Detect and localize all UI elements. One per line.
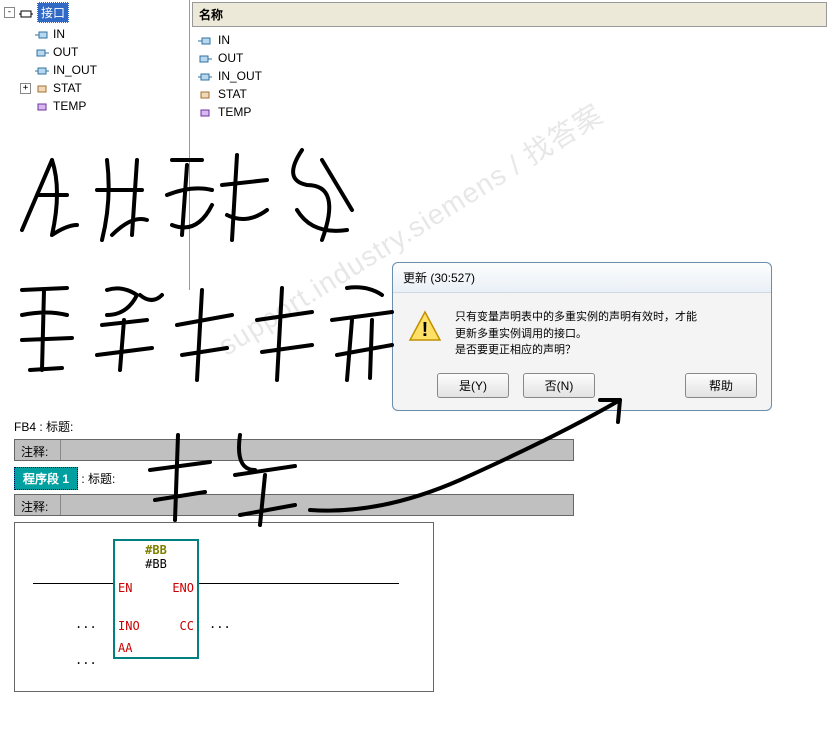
port-stub[interactable]: ...	[75, 617, 97, 631]
comment-label: 注释:	[15, 495, 61, 515]
port-aa[interactable]: AA	[118, 641, 132, 655]
dialog-line: 更新多重实例调用的接口。	[455, 326, 697, 343]
list-item-label: IN	[218, 33, 230, 47]
parameter-panel: 名称 IN OUT IN_OUT STAT TEMP	[190, 0, 829, 290]
expander-icon[interactable]	[4, 7, 15, 18]
comment-field[interactable]	[61, 440, 573, 460]
list-item[interactable]: IN_OUT	[194, 67, 825, 85]
list-item-label: TEMP	[218, 105, 251, 119]
port-eno[interactable]: ENO	[172, 581, 194, 595]
tree-item[interactable]: IN	[0, 25, 189, 43]
fb-type-name: #BB	[115, 557, 197, 571]
warning-icon: !	[407, 309, 443, 345]
param-icon	[35, 65, 49, 75]
interface-icon	[19, 8, 33, 18]
port-stub[interactable]: ...	[75, 653, 97, 667]
fb-block[interactable]: #BB #BB EN ENO INO CC AA	[113, 539, 199, 659]
top-panel-split: 接口 IN OUT IN_OUT STAT TEMP 名称	[0, 0, 829, 290]
tree-item[interactable]: OUT	[0, 43, 189, 61]
list-item-label: STAT	[218, 87, 247, 101]
interface-tree[interactable]: 接口 IN OUT IN_OUT STAT TEMP	[0, 0, 190, 290]
no-button[interactable]: 否(N)	[523, 373, 595, 398]
tree-root-label: 接口	[37, 2, 69, 23]
column-header-name[interactable]: 名称	[192, 2, 827, 27]
param-icon	[198, 89, 212, 99]
update-dialog: 更新 (30:527) ! 只有变量声明表中的多重实例的声明有效时，才能 更新多…	[392, 262, 772, 411]
help-button[interactable]: 帮助	[685, 373, 757, 398]
tree-item-label: IN	[53, 27, 65, 41]
block-comment-row[interactable]: 注释:	[14, 439, 574, 461]
param-icon	[198, 71, 212, 81]
editor-area: FB4 : 标题: 注释: 程序段 1 : 标题: 注释: #BB #BB EN…	[0, 418, 829, 692]
param-icon	[198, 53, 212, 63]
list-item[interactable]: IN	[194, 31, 825, 49]
dialog-line: 是否要更正相应的声明？	[455, 342, 697, 359]
list-item[interactable]: OUT	[194, 49, 825, 67]
ladder-canvas[interactable]: #BB #BB EN ENO INO CC AA ... ... ...	[14, 522, 434, 692]
comment-field[interactable]	[61, 495, 573, 515]
parameter-list[interactable]: IN OUT IN_OUT STAT TEMP	[190, 27, 829, 125]
param-icon	[35, 101, 49, 111]
list-item-label: OUT	[218, 51, 243, 65]
list-item[interactable]: TEMP	[194, 103, 825, 121]
port-stub[interactable]: ...	[209, 617, 231, 631]
fb-instance-name: #BB	[115, 541, 197, 557]
param-icon	[198, 35, 212, 45]
tree-item-label: OUT	[53, 45, 78, 59]
tree-item-label: TEMP	[53, 99, 86, 113]
svg-text:!: !	[422, 319, 429, 341]
network-label[interactable]: 程序段 1	[14, 467, 78, 490]
power-rail	[199, 583, 399, 584]
tree-item-label: IN_OUT	[53, 63, 97, 77]
comment-label: 注释:	[15, 440, 61, 460]
dialog-line: 只有变量声明表中的多重实例的声明有效时，才能	[455, 309, 697, 326]
power-rail	[33, 583, 113, 584]
list-item-label: IN_OUT	[218, 69, 262, 83]
network-title: : 标题:	[81, 472, 115, 486]
port-ino[interactable]: INO	[118, 619, 140, 633]
param-icon	[198, 107, 212, 117]
tree-item[interactable]: IN_OUT	[0, 61, 189, 79]
yes-button[interactable]: 是(Y)	[437, 373, 509, 398]
tree-item[interactable]: TEMP	[0, 97, 189, 115]
list-item[interactable]: STAT	[194, 85, 825, 103]
network-comment-row[interactable]: 注释:	[14, 494, 574, 516]
port-en[interactable]: EN	[118, 581, 132, 595]
dialog-message: 只有变量声明表中的多重实例的声明有效时，才能 更新多重实例调用的接口。 是否要更…	[455, 309, 697, 359]
expander-icon[interactable]	[20, 83, 31, 94]
dialog-title: 更新 (30:527)	[393, 263, 771, 293]
param-icon	[35, 83, 49, 93]
tree-root[interactable]: 接口	[0, 0, 189, 25]
tree-item-label: STAT	[53, 81, 82, 95]
param-icon	[35, 47, 49, 57]
block-header: FB4 : 标题:	[14, 418, 815, 435]
port-cc[interactable]: CC	[180, 619, 194, 633]
param-icon	[35, 29, 49, 39]
tree-item[interactable]: STAT	[0, 79, 189, 97]
